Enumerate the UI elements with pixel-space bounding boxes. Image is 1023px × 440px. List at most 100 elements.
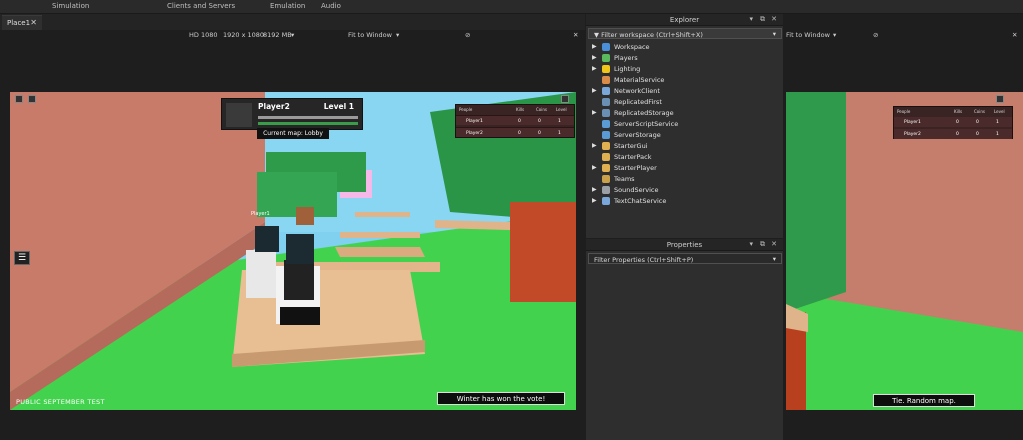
chevron-down-icon[interactable]: ▾ [396, 31, 399, 39]
game-viewport-2[interactable]: People Kills Coins Level Player1 0 0 1 P… [786, 92, 1023, 410]
ribbon-item-audio[interactable]: Audio [321, 2, 341, 10]
filter-icon: ▼ [594, 31, 599, 39]
service-icon [602, 131, 610, 139]
expand-arrow-icon[interactable]: ▶ [592, 65, 597, 72]
tree-item-label: SoundService [614, 186, 659, 194]
expand-arrow-icon[interactable]: ▶ [592, 164, 597, 171]
fit-to-window-select[interactable]: Fit to Window [348, 31, 392, 39]
chat-toggle-icon[interactable] [28, 95, 36, 103]
popout-icon[interactable]: ⧉ [760, 240, 765, 249]
ribbon-bar: Simulation Clients and Servers Emulation… [0, 0, 1023, 14]
vote-toast: Winter has won the vote! [437, 392, 565, 405]
table-row[interactable]: Player2 0 0 1 [894, 129, 1012, 139]
service-icon [602, 186, 610, 194]
viewport-toolbar-2: Fit to Window ▾ ⊘ ✕ [783, 30, 1023, 41]
chat-icon[interactable] [996, 95, 1004, 103]
close-icon[interactable]: ✕ [1012, 31, 1017, 39]
memory-label: 8192 MB [263, 31, 292, 39]
chevron-down-icon[interactable]: ▾ [773, 255, 776, 263]
settings-sliders-icon[interactable]: ☰ [14, 251, 30, 265]
orientation-icon[interactable]: ⊘ [873, 31, 878, 39]
tree-item-label: ReplicatedFirst [614, 98, 662, 106]
leaderboard-2: People Kills Coins Level Player1 0 0 1 P… [893, 106, 1013, 139]
chat-icon[interactable] [561, 95, 569, 103]
expand-arrow-icon[interactable]: ▶ [592, 54, 597, 61]
close-icon[interactable]: ✕ [573, 31, 578, 39]
ribbon-item-emulation[interactable]: Emulation [270, 2, 305, 10]
service-icon [602, 76, 610, 84]
chevron-down-icon[interactable]: ▾ [833, 31, 836, 39]
player-hud: Player2 Level 1 [221, 98, 363, 130]
document-tab-strip: Place1 ✕ [0, 14, 585, 30]
table-row[interactable]: Player2 0 0 1 [456, 127, 574, 137]
service-icon [602, 54, 610, 62]
tab-place1[interactable]: Place1 ✕ [2, 15, 42, 30]
close-icon[interactable]: ✕ [771, 15, 777, 23]
game-scene-2 [786, 92, 1023, 410]
tree-item-label: TextChatService [614, 197, 667, 205]
overhead-name: Player1 [251, 211, 270, 217]
tree-item-label: StarterPack [614, 153, 652, 161]
expand-arrow-icon[interactable]: ▶ [592, 109, 597, 116]
chevron-down-icon[interactable]: ▾ [749, 240, 753, 248]
properties-title: Properties [666, 241, 703, 249]
properties-panel: Properties ▾ ⧉ ✕ Filter Properties (Ctrl… [586, 239, 783, 440]
explorer-title: Explorer [669, 16, 700, 24]
service-icon [602, 120, 610, 128]
chevron-down-icon[interactable]: ▾ [773, 30, 776, 38]
service-icon [602, 65, 610, 73]
health-bar [258, 122, 358, 125]
ribbon-item-simulation[interactable]: Simulation [52, 2, 89, 10]
roblox-menu-icon[interactable] [15, 95, 23, 103]
hud-player-name: Player2 [258, 102, 290, 111]
tree-item-label: StarterGui [614, 142, 648, 150]
tree-item-label: ReplicatedStorage [614, 109, 674, 117]
tree-item-label: Players [614, 54, 638, 62]
fit-to-window-select-2[interactable]: Fit to Window [786, 31, 830, 39]
viewport-toolbar: HD 1080 1920 x 1080 8192 MB ▾ Fit to Win… [0, 30, 585, 41]
explorer-panel: Explorer ▾ ⧉ ✕ ▼ Filter workspace (Ctrl+… [586, 14, 783, 238]
orientation-icon[interactable]: ⊘ [465, 31, 470, 39]
leaderboard-header: People Kills Coins Level [459, 107, 567, 112]
vote-toast-2: Tie. Random map. [873, 394, 975, 407]
test-label: PUBLIC SEPTEMBER TEST [16, 398, 105, 406]
expand-arrow-icon[interactable]: ▶ [592, 87, 597, 94]
service-icon [602, 43, 610, 51]
leaderboard: People Kills Coins Level Player1 0 0 1 P… [455, 104, 575, 138]
service-icon [602, 109, 610, 117]
service-icon [602, 98, 610, 106]
resolution-label[interactable]: HD 1080 [189, 31, 218, 39]
ribbon-item-clients-servers[interactable]: Clients and Servers [167, 2, 235, 10]
expand-arrow-icon[interactable]: ▶ [592, 142, 597, 149]
properties-filter-input[interactable]: Filter Properties (Ctrl+Shift+P) ▾ [588, 253, 782, 264]
tree-item-label: MaterialService [614, 76, 665, 84]
close-icon[interactable]: ✕ [771, 240, 777, 248]
table-row[interactable]: Player1 0 0 1 [456, 115, 574, 125]
popout-icon[interactable]: ⧉ [760, 15, 765, 24]
explorer-header: Explorer ▾ ⧉ ✕ [586, 14, 783, 26]
table-row[interactable]: Player1 0 0 1 [894, 117, 1012, 127]
tab-label: Place1 [7, 19, 31, 27]
service-icon [602, 175, 610, 183]
tree-item-label: StarterPlayer [614, 164, 657, 172]
expand-arrow-icon[interactable]: ▶ [592, 186, 597, 193]
hud-level: Level 1 [323, 102, 354, 111]
studio-window: Simulation Clients and Servers Emulation… [0, 0, 1023, 440]
properties-header: Properties ▾ ⧉ ✕ [586, 239, 783, 251]
service-icon [602, 197, 610, 205]
chevron-down-icon[interactable]: ▾ [749, 15, 753, 23]
avatar [226, 103, 252, 127]
service-icon [602, 87, 610, 95]
xp-bar [258, 116, 358, 119]
chevron-down-icon[interactable]: ▾ [291, 31, 294, 39]
tree-item-label: NetworkClient [614, 87, 660, 95]
game-viewport[interactable]: Player2 Level 1 Current map: Lobby Peopl… [10, 92, 576, 410]
resolution-size: 1920 x 1080 [223, 31, 265, 39]
service-icon [602, 153, 610, 161]
explorer-filter-input[interactable]: ▼ Filter workspace (Ctrl+Shift+X) ▾ [588, 28, 782, 39]
expand-arrow-icon[interactable]: ▶ [592, 43, 597, 50]
expand-arrow-icon[interactable]: ▶ [592, 197, 597, 204]
service-icon [602, 164, 610, 172]
close-icon[interactable]: ✕ [30, 18, 37, 27]
game-scene [10, 92, 576, 410]
